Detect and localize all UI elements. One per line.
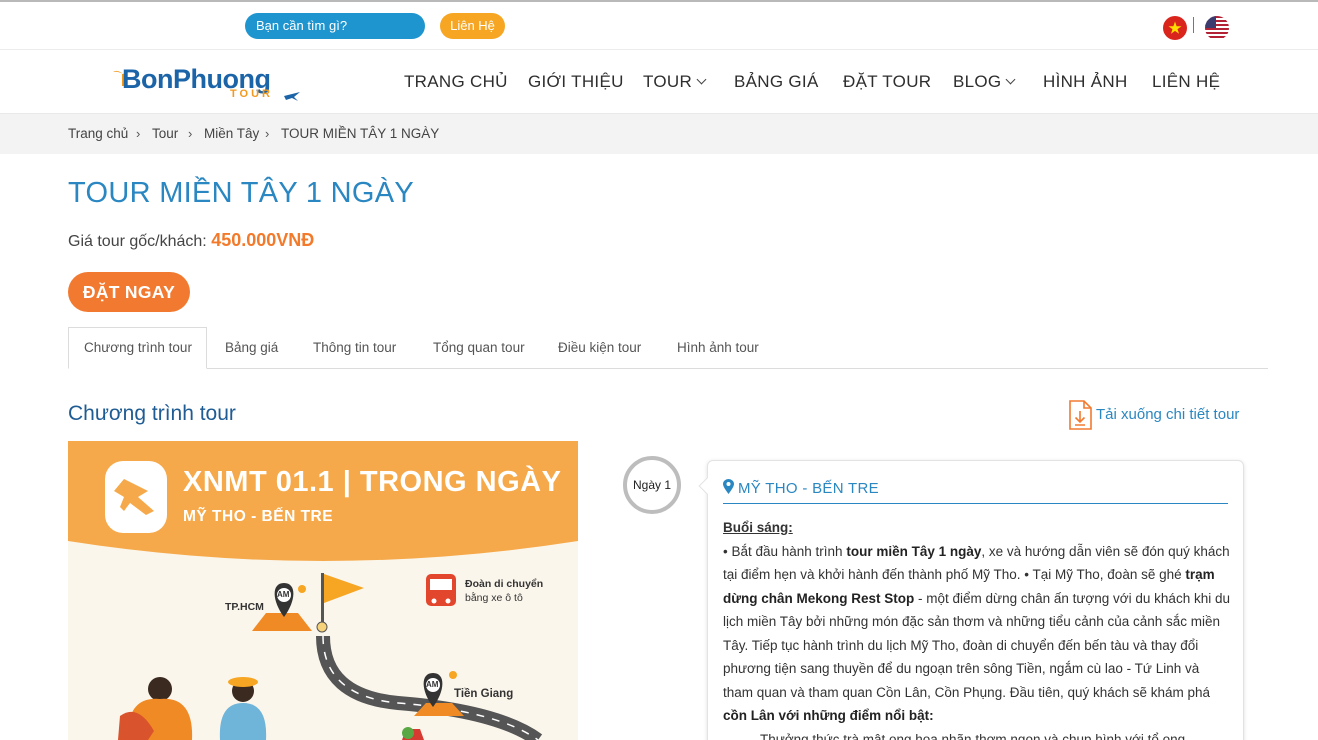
breadcrumb-current: TOUR MIỀN TÂY 1 NGÀY xyxy=(281,126,440,141)
nav-contact[interactable]: LIÊN HỆ xyxy=(1152,72,1220,92)
chevron-down-icon xyxy=(1006,74,1016,85)
breadcrumb-tour[interactable]: Tour xyxy=(152,126,178,141)
price-value: 450.000VNĐ xyxy=(211,230,315,250)
text-run: - một điểm dừng chân ấn tượng với du khá… xyxy=(723,590,1230,700)
text-run-bold: tour miền Tây 1 ngày xyxy=(846,543,982,559)
itinerary-bullet: – Thưởng thức trà mật ong hoa nhãn thơm … xyxy=(749,731,1189,740)
language-divider xyxy=(1193,17,1194,33)
map-pin-icon xyxy=(723,479,734,494)
nav-blog[interactable]: BLOG xyxy=(953,72,1016,92)
nav-price-list[interactable]: BẢNG GIÁ xyxy=(734,72,819,92)
itinerary-location: MỸ THO - BẾN TRE xyxy=(738,480,879,497)
tabs-underline xyxy=(68,368,1268,369)
download-details-link[interactable]: Tải xuống chi tiết tour xyxy=(1096,406,1239,423)
logo[interactable]: BonPhuong TOUR xyxy=(112,64,307,104)
price-label: Giá tour gốc/khách: xyxy=(68,233,207,250)
infographic-route: MỸ THO - BẾN TRE xyxy=(183,508,334,525)
breadcrumb-separator-icon: › xyxy=(136,126,141,141)
nav-tour[interactable]: TOUR xyxy=(643,72,707,92)
section-title: Chương trình tour xyxy=(68,402,236,425)
text-run-bold: cồn Lân với những điểm nổi bật: xyxy=(723,708,934,723)
tab-overview[interactable]: Tổng quan tour xyxy=(433,340,525,355)
tab-images[interactable]: Hình ảnh tour xyxy=(677,340,759,355)
site-header: BonPhuong TOUR TRANG CHỦ GIỚI THIỆU TOUR… xyxy=(0,50,1318,114)
nav-tour-label: TOUR xyxy=(643,72,693,91)
nav-gallery[interactable]: HÌNH ẢNH xyxy=(1043,72,1128,92)
breadcrumb-separator-icon: › xyxy=(188,126,193,141)
tour-infographic: XNMT 01.1 | TRONG NGÀY MỸ THO - BẾN TRE … xyxy=(68,441,578,740)
download-file-icon[interactable] xyxy=(1068,400,1092,430)
chevron-down-icon xyxy=(696,74,707,85)
nav-blog-label: BLOG xyxy=(953,72,1002,91)
nav-home[interactable]: TRANG CHỦ xyxy=(404,72,508,92)
tab-itinerary[interactable]: Chương trình tour xyxy=(84,340,192,355)
tab-conditions[interactable]: Điều kiện tour xyxy=(558,340,641,355)
breadcrumb-separator-icon: › xyxy=(265,126,270,141)
start-location-label: TP.HCM xyxy=(225,601,264,613)
tab-price-table[interactable]: Bảng giá xyxy=(225,340,278,355)
stop-location-label: Tiền Giang xyxy=(454,688,514,700)
vietnam-flag-icon[interactable] xyxy=(1163,16,1187,40)
page-title: TOUR MIỀN TÂY 1 NGÀY xyxy=(68,177,415,209)
book-now-button[interactable]: ĐẶT NGAY xyxy=(68,272,190,312)
nav-about[interactable]: GIỚI THIỆU xyxy=(528,72,624,92)
contact-button[interactable]: Liên Hệ xyxy=(440,13,505,39)
breadcrumb: Trang chủ › Tour › Miền Tây › TOUR MIỀN … xyxy=(0,114,1318,154)
logo-subtext: TOUR xyxy=(230,88,273,100)
us-flag-icon[interactable] xyxy=(1205,16,1229,40)
nav-booking[interactable]: ĐẶT TOUR xyxy=(843,72,931,92)
breadcrumb-mien-tay[interactable]: Miền Tây xyxy=(204,126,259,141)
top-bar: Bạn cần tìm gì? Liên Hệ xyxy=(0,0,1318,50)
transport-note-line1: Đoàn di chuyển xyxy=(465,578,544,590)
price-row: Giá tour gốc/khách: 450.000VNĐ xyxy=(68,230,314,251)
start-pin-label: AM xyxy=(277,590,290,599)
itinerary-description: Buổi sáng: • Bắt đầu hành trình tour miề… xyxy=(723,516,1231,740)
itinerary-card-header: MỸ THO - BẾN TRE xyxy=(723,478,1228,504)
stop-pin-label: AM xyxy=(426,680,439,689)
transport-note-line2: bằng xe ô tô xyxy=(465,592,523,604)
text-run: • Bắt đầu hành trình xyxy=(723,543,847,559)
tab-tour-info[interactable]: Thông tin tour xyxy=(313,340,396,355)
infographic-title: XNMT 01.1 | TRONG NGÀY xyxy=(183,466,562,498)
breadcrumb-home[interactable]: Trang chủ xyxy=(68,126,128,141)
period-heading: Buổi sáng: xyxy=(723,520,793,535)
itinerary-paragraph: • Bắt đầu hành trình tour miền Tây 1 ngà… xyxy=(723,540,1231,728)
search-input[interactable]: Bạn cần tìm gì? xyxy=(245,13,425,39)
day-badge: Ngày 1 xyxy=(623,456,681,514)
plane-icon xyxy=(284,92,300,101)
